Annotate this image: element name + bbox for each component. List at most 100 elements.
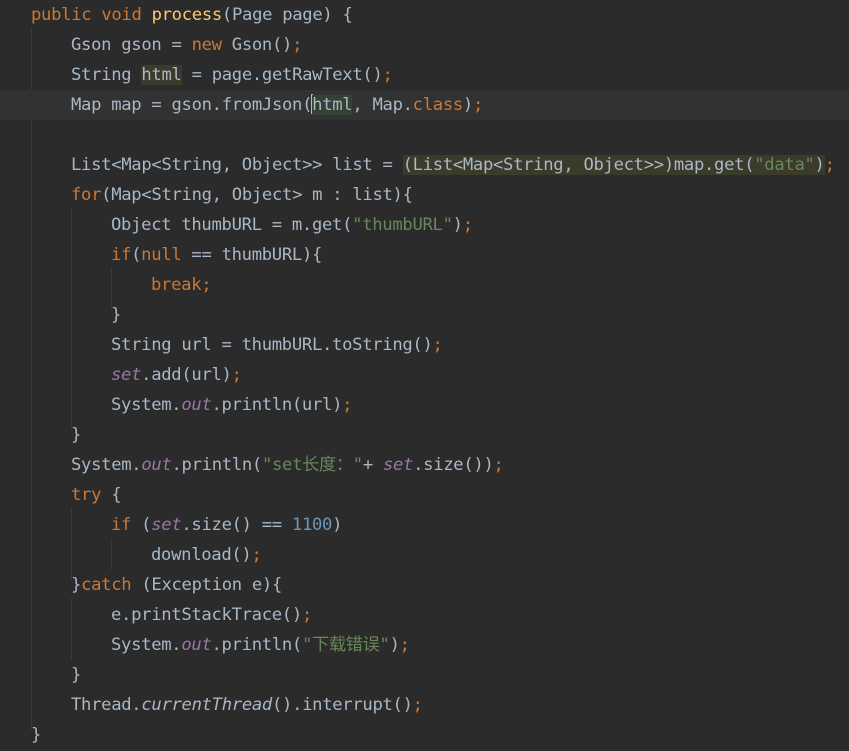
code-line-content: }catch (Exception e){ <box>71 570 282 600</box>
code-line-content: set.add(url); <box>111 360 242 390</box>
code-token: .add(url) <box>141 365 232 385</box>
code-token: ; <box>251 545 262 565</box>
code-token: Thread. <box>71 695 142 715</box>
code-editor[interactable]: public void process(Page page) {Gson gso… <box>0 0 849 751</box>
code-line[interactable]: e.printStackTrace(); <box>0 600 849 630</box>
code-token: } <box>31 725 42 745</box>
code-token: ; <box>462 215 473 235</box>
code-token: ; <box>301 605 312 625</box>
code-token: null <box>141 245 192 265</box>
code-line[interactable]: String html = page.getRawText(); <box>0 60 849 90</box>
code-token: catch <box>81 575 142 595</box>
code-token: if <box>111 245 132 265</box>
code-token: if <box>111 515 142 535</box>
code-line[interactable]: } <box>0 420 849 450</box>
code-token: class <box>412 95 464 115</box>
code-token: ; <box>399 635 410 655</box>
code-token: ; <box>412 695 423 715</box>
code-token: String <box>71 65 142 85</box>
code-token: ; <box>432 335 443 355</box>
code-line[interactable]: System.out.println(url); <box>0 390 849 420</box>
code-token: System. <box>111 635 182 655</box>
code-token: ) <box>389 635 400 655</box>
code-token: ( <box>131 245 142 265</box>
code-line-content: } <box>111 300 121 330</box>
code-token: ; <box>382 65 393 85</box>
code-token: String url = thumbURL.toString() <box>111 335 433 355</box>
code-token: } <box>71 425 82 445</box>
code-line[interactable]: try { <box>0 480 849 510</box>
code-token: .size() == <box>181 515 292 535</box>
code-token: Object thumbURL = m.get( <box>111 215 353 235</box>
code-line-content: for(Map<String, Object> m : list){ <box>71 180 413 210</box>
code-token: out <box>181 635 212 655</box>
code-token: .println( <box>211 635 303 655</box>
code-line[interactable]: Gson gson = new Gson(); <box>0 30 849 60</box>
code-token: ) <box>332 515 343 535</box>
code-line[interactable]: set.add(url); <box>0 360 849 390</box>
code-line[interactable]: if(null == thumbURL){ <box>0 240 849 270</box>
code-line[interactable]: Thread.currentThread().interrupt(); <box>0 690 849 720</box>
code-line[interactable]: } <box>0 660 849 690</box>
code-line-content: Gson gson = new Gson(); <box>71 30 302 60</box>
code-line[interactable]: Map map = gson.fromJson(html, Map.class)… <box>0 90 849 120</box>
code-line[interactable]: public void process(Page page) { <box>0 0 849 30</box>
code-token: (Exception e){ <box>141 575 283 595</box>
code-token: = page.getRawText() <box>181 65 383 85</box>
code-line[interactable]: download(); <box>0 540 849 570</box>
code-token: Map. <box>372 95 413 115</box>
code-token: break; <box>151 275 212 295</box>
code-token: out <box>181 395 212 415</box>
code-token: , <box>352 95 373 115</box>
code-line[interactable]: for(Map<String, Object> m : list){ <box>0 180 849 210</box>
code-token: List<Map<String, Object>> list = <box>71 155 403 175</box>
code-token: html <box>141 65 182 85</box>
code-line-content: List<Map<String, Object>> list = (List<M… <box>71 150 835 180</box>
code-token: { <box>111 485 122 505</box>
code-line[interactable]: String url = thumbURL.toString(); <box>0 330 849 360</box>
code-token: Gson() <box>231 35 293 55</box>
code-line[interactable]: List<Map<String, Object>> list = (List<M… <box>0 150 849 180</box>
code-token: .println( <box>171 455 263 475</box>
code-token: ; <box>342 395 353 415</box>
code-line-content: String url = thumbURL.toString(); <box>111 330 443 360</box>
code-line-content: e.printStackTrace(); <box>111 600 312 630</box>
code-line-content: break; <box>151 270 212 300</box>
code-line[interactable]: break; <box>0 270 849 300</box>
code-token: System. <box>111 395 182 415</box>
code-token: for <box>71 185 102 205</box>
code-line[interactable]: } <box>0 720 849 750</box>
code-token: try <box>71 485 112 505</box>
code-token: + <box>362 455 383 475</box>
code-line[interactable] <box>0 120 849 150</box>
code-token: ; <box>472 95 484 115</box>
code-line-content: try { <box>71 480 122 510</box>
code-token: ().interrupt() <box>271 695 413 715</box>
code-token: set <box>111 365 142 385</box>
code-token: ) <box>452 215 463 235</box>
code-line-content: System.out.println("下载错误"); <box>111 630 410 660</box>
code-token: } <box>71 575 82 595</box>
code-line[interactable]: } <box>0 300 849 330</box>
code-line[interactable]: System.out.println("set长度："+ set.size())… <box>0 450 849 480</box>
code-line-content: String html = page.getRawText(); <box>71 60 393 90</box>
code-token: ; <box>493 455 504 475</box>
code-token: } <box>71 665 82 685</box>
code-line[interactable]: if (set.size() == 1100) <box>0 510 849 540</box>
code-token: e.printStackTrace() <box>111 605 302 625</box>
code-token: ) <box>814 155 825 175</box>
code-line[interactable]: }catch (Exception e){ <box>0 570 849 600</box>
code-token: ; <box>824 155 835 175</box>
code-token: currentThread <box>141 695 272 715</box>
code-token: .size()) <box>413 455 494 475</box>
code-line[interactable]: System.out.println("下载错误"); <box>0 630 849 660</box>
code-token: System. <box>71 455 142 475</box>
code-line-content: System.out.println(url); <box>111 390 352 420</box>
code-line-content: if(null == thumbURL){ <box>111 240 322 270</box>
code-token: set <box>151 515 182 535</box>
code-line[interactable]: Object thumbURL = m.get("thumbURL"); <box>0 210 849 240</box>
code-token: "下载错误" <box>301 635 390 655</box>
code-token: download() <box>151 545 252 565</box>
code-token: .println(url) <box>211 395 343 415</box>
code-line-content: Map map = gson.fromJson(html, Map.class)… <box>71 90 483 120</box>
